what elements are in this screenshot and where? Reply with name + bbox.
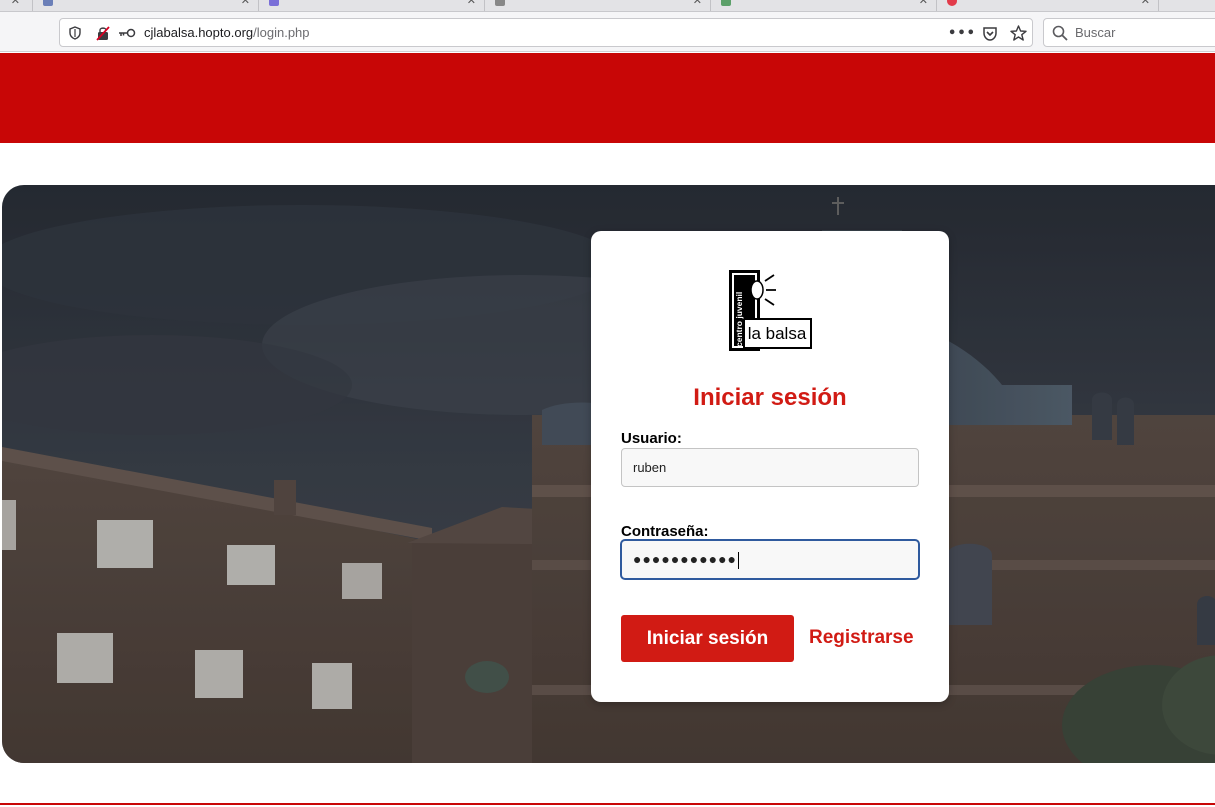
key-icon[interactable]: [118, 25, 136, 41]
url-path: /login.php: [253, 25, 310, 40]
url-bar[interactable]: cjlabalsa.hopto.org/login.php •••: [59, 18, 1033, 47]
password-mask: ●●●●●●●●●●●: [633, 551, 738, 567]
password-label: Contraseña:: [621, 523, 709, 540]
username-input[interactable]: ruben: [621, 448, 919, 487]
username-value: ruben: [633, 460, 667, 475]
shield-icon[interactable]: [67, 25, 83, 41]
browser-tab[interactable]: ✕: [33, 0, 259, 11]
login-card: la balsa centro juvenil Iniciar sesión U…: [591, 231, 949, 702]
more-dots-icon[interactable]: •••: [948, 25, 975, 41]
tab-favicon-icon: [947, 0, 957, 6]
logo-text-centro-juvenil: centro juvenil: [734, 292, 744, 347]
navigation-toolbar: cjlabalsa.hopto.org/login.php ••• Buscar: [0, 12, 1215, 52]
logo-text-la-balsa: la balsa: [748, 324, 807, 343]
tab-favicon-icon: [43, 0, 53, 6]
login-submit-button[interactable]: Iniciar sesión: [621, 615, 794, 662]
footer-divider: [0, 803, 1215, 805]
browser-tab[interactable]: ✕: [259, 0, 485, 11]
tab-list-button[interactable]: ✕: [0, 0, 33, 11]
search-placeholder: Buscar: [1075, 25, 1116, 40]
login-title: Iniciar sesión: [693, 384, 847, 411]
tab-strip: ✕ ✕ ✕ ✕ ✕ ✕: [0, 0, 1215, 12]
tab-favicon-icon: [495, 0, 505, 6]
browser-tab[interactable]: ✕: [937, 0, 1159, 11]
url-host: cjlabalsa.hopto.org: [144, 25, 254, 40]
search-icon: [1052, 25, 1068, 45]
browser-tab[interactable]: ✕: [485, 0, 711, 11]
tab-favicon-icon: [721, 0, 731, 6]
pocket-icon[interactable]: [981, 25, 999, 41]
url-text[interactable]: cjlabalsa.hopto.org/login.php: [144, 25, 310, 40]
username-label: Usuario:: [621, 430, 682, 447]
password-input[interactable]: ●●●●●●●●●●●: [621, 540, 919, 579]
star-icon[interactable]: [1009, 25, 1027, 41]
search-box[interactable]: Buscar: [1043, 18, 1215, 47]
centro-juvenil-la-balsa-logo: la balsa centro juvenil: [728, 269, 814, 353]
register-link[interactable]: Registrarse: [809, 627, 914, 649]
tab-favicon-icon: [269, 0, 279, 6]
header-band: [0, 53, 1215, 143]
insecure-lock-icon[interactable]: [95, 25, 111, 41]
browser-tab[interactable]: ✕: [711, 0, 937, 11]
text-caret: [738, 552, 740, 570]
